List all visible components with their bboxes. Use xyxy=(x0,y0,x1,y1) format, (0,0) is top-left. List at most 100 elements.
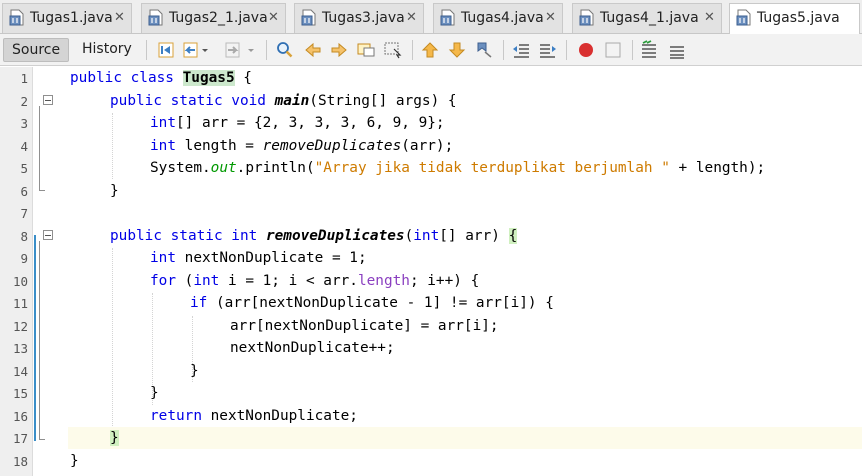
uncomment-icon[interactable] xyxy=(666,40,686,60)
shift-right-icon[interactable] xyxy=(538,40,558,60)
code-token: public static void xyxy=(110,92,275,109)
code-line-15: } xyxy=(150,385,159,401)
code-line-18: } xyxy=(70,452,79,469)
class-name-token: Tugas5 xyxy=(182,70,235,86)
code-token: (String[] args) { xyxy=(309,92,457,109)
tab-tugas5[interactable]: Tugas5.java xyxy=(729,3,860,34)
code-line-14: } xyxy=(190,362,199,379)
chevron-down-icon[interactable] xyxy=(246,40,256,60)
code-token: .println( xyxy=(236,160,315,176)
method-call-token: removeDuplicates xyxy=(262,137,402,154)
code-token: nextNonDuplicate; xyxy=(201,407,358,424)
toolbar-separator xyxy=(146,40,147,60)
close-icon[interactable]: ✕ xyxy=(704,10,715,25)
code-token: { xyxy=(234,70,252,86)
line-number: 17 xyxy=(12,431,28,446)
field-token: length xyxy=(357,272,410,289)
fold-toggle-icon[interactable] xyxy=(43,230,53,240)
fold-line xyxy=(39,241,40,439)
close-icon[interactable]: ✕ xyxy=(406,10,417,25)
method-name-token: removeDuplicates xyxy=(265,227,405,244)
line-number: 1 xyxy=(20,71,28,86)
start-macro-icon[interactable] xyxy=(576,40,596,60)
indent-guide xyxy=(112,248,113,426)
java-file-icon xyxy=(9,9,24,26)
line-number: 11 xyxy=(12,296,28,311)
code-line-9: int nextNonDuplicate = 1; xyxy=(150,247,367,270)
next-bookmark-icon[interactable] xyxy=(447,40,467,60)
code-line-16: return nextNonDuplicate; xyxy=(150,405,358,428)
code-token: int xyxy=(150,250,176,266)
string-token: "Array jika tidak terduplikat berjumlah … xyxy=(314,160,670,176)
fold-end xyxy=(39,190,45,191)
tab-tugas3[interactable]: Tugas3.java ✕ xyxy=(294,3,424,33)
matching-brace: } xyxy=(110,430,119,446)
code-line-11: if (arr[nextNonDuplicate - 1] != arr[i])… xyxy=(190,292,554,315)
field-token: out xyxy=(210,160,237,176)
code-token: public static int xyxy=(110,227,266,244)
tab-tugas4[interactable]: Tugas4.java ✕ xyxy=(433,3,563,33)
code-token: [] arr = {2, 3, 3, 3, 6, 9, 9}; xyxy=(176,115,445,131)
shift-left-icon[interactable] xyxy=(511,40,531,60)
java-file-icon xyxy=(148,9,163,26)
tab-label: Tugas4.java xyxy=(461,10,544,26)
code-token: nextNonDuplicate = 1; xyxy=(176,250,367,266)
forward-icon[interactable] xyxy=(222,40,242,60)
close-icon[interactable]: ✕ xyxy=(545,10,556,25)
stop-macro-icon[interactable] xyxy=(603,40,623,60)
close-icon[interactable]: ✕ xyxy=(268,10,279,25)
code-token: if xyxy=(190,295,208,311)
java-file-icon xyxy=(579,9,594,26)
line-number: 18 xyxy=(12,454,28,469)
find-previous-icon[interactable] xyxy=(303,40,323,60)
code-token: i = 1; i < arr. xyxy=(219,272,358,289)
toolbar-separator xyxy=(412,40,413,60)
line-number: 12 xyxy=(12,319,28,334)
code-token: + length); xyxy=(669,160,766,176)
code-line-8: public static int removeDuplicates(int[]… xyxy=(110,225,518,248)
line-number: 8 xyxy=(20,229,28,244)
code-token: for xyxy=(150,272,176,289)
toggle-highlight-icon[interactable] xyxy=(383,40,403,60)
line-number: 16 xyxy=(12,409,28,424)
fold-end xyxy=(39,439,45,440)
line-number: 13 xyxy=(12,341,28,356)
code-line-1: public class Tugas5 { xyxy=(70,67,252,90)
tab-tugas1[interactable]: Tugas1.java ✕ xyxy=(2,3,132,33)
tab-tugas4-1[interactable]: Tugas4_1.java ✕ xyxy=(572,3,722,33)
chevron-down-icon[interactable] xyxy=(200,40,210,60)
tab-label: Tugas5.java xyxy=(757,10,840,26)
last-edit-icon[interactable] xyxy=(156,40,176,60)
method-scope-marker xyxy=(34,235,36,441)
toolbar-separator xyxy=(566,40,567,60)
back-icon[interactable] xyxy=(181,40,201,60)
toggle-bookmark-icon[interactable] xyxy=(474,40,494,60)
tab-tugas2-1[interactable]: Tugas2_1.java ✕ xyxy=(141,3,286,33)
code-line-17: } xyxy=(110,427,119,450)
code-line-13: nextNonDuplicate++; xyxy=(230,340,395,356)
fold-toggle-icon[interactable] xyxy=(43,95,53,105)
code-token: public class xyxy=(70,70,183,86)
find-selection-icon[interactable] xyxy=(356,40,376,60)
code-editor[interactable]: 1 2 3 4 5 6 7 8 9 10 11 12 13 14 15 16 1… xyxy=(0,67,862,476)
matching-brace: { xyxy=(508,227,518,244)
find-icon[interactable] xyxy=(275,40,295,60)
find-next-icon[interactable] xyxy=(329,40,349,60)
toolbar-separator xyxy=(266,40,267,60)
code-token: int xyxy=(193,272,220,289)
source-view-button[interactable]: Source xyxy=(3,38,70,62)
history-view-button[interactable]: History xyxy=(74,38,140,62)
code-token: System. xyxy=(150,160,211,176)
close-icon[interactable]: ✕ xyxy=(114,10,125,25)
code-token: int xyxy=(150,115,176,131)
code-line-2: public static void main(String[] args) { xyxy=(110,90,457,113)
line-number: 14 xyxy=(12,364,28,379)
code-token: ( xyxy=(176,272,194,289)
comment-icon[interactable] xyxy=(640,40,660,60)
code-token: (arr); xyxy=(401,137,454,154)
toolbar-separator xyxy=(503,40,504,60)
line-number: 15 xyxy=(12,386,28,401)
previous-bookmark-icon[interactable] xyxy=(420,40,440,60)
line-number: 9 xyxy=(20,251,28,266)
code-line-10: for (int i = 1; i < arr.length; i++) { xyxy=(150,270,479,293)
